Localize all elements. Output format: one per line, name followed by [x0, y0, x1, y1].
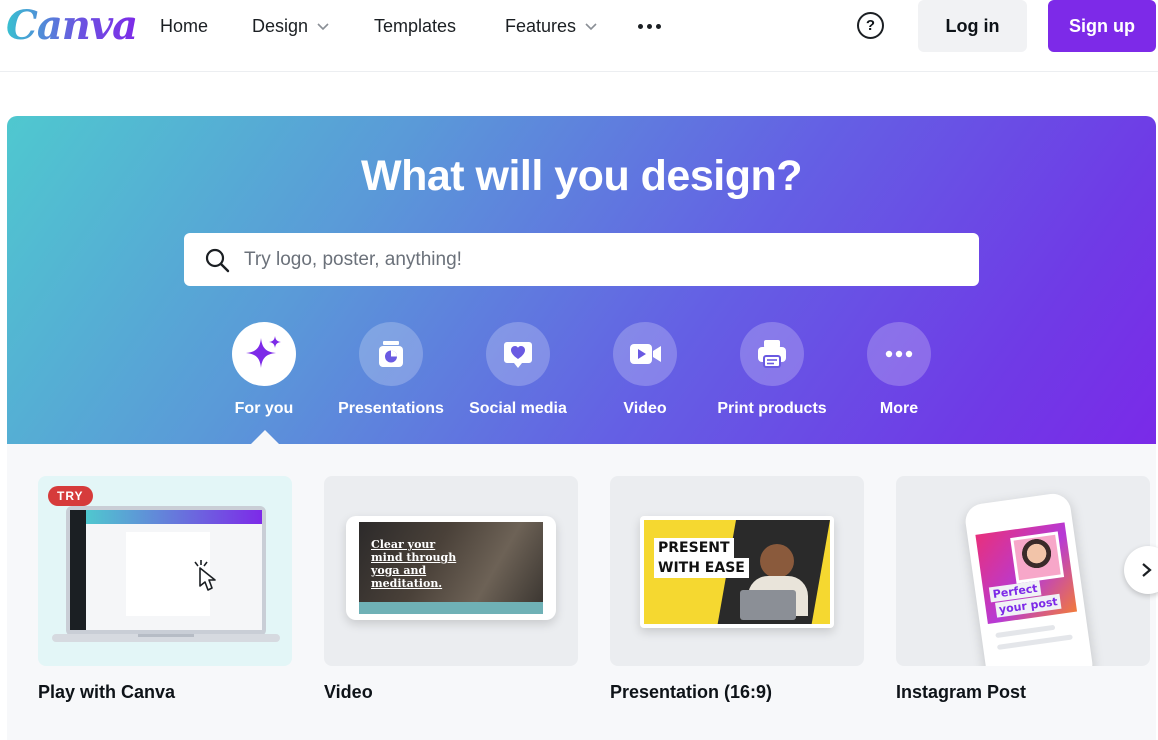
category-label: More: [879, 400, 919, 417]
nav-design[interactable]: Design: [252, 14, 330, 38]
signup-button[interactable]: Sign up: [1048, 0, 1156, 52]
more-dots-icon: [885, 350, 913, 358]
category-label: Social media: [469, 400, 567, 417]
hero-title: What will you design?: [361, 152, 803, 200]
phone-mockup: Perfect your post: [963, 491, 1095, 666]
nav-home-label: Home: [160, 15, 209, 36]
card-thumbnail: PRESENT WITH EASE: [610, 476, 864, 666]
card-instagram-post[interactable]: Perfect your post Instagram Post: [896, 476, 1150, 703]
category-label: Video: [623, 400, 667, 417]
nav-home[interactable]: Home: [160, 14, 208, 38]
nav-features[interactable]: Features: [505, 14, 598, 38]
login-button[interactable]: Log in: [918, 0, 1027, 52]
try-badge: TRY: [48, 486, 93, 506]
canva-logo[interactable]: Canva: [6, 2, 138, 49]
sparkle-icon: [246, 336, 281, 368]
category-label: Presentations: [338, 400, 444, 417]
presentation-mockup: PRESENT WITH EASE: [640, 516, 834, 628]
presentation-thumb-text-2: WITH EASE: [654, 558, 749, 578]
card-title: Video: [324, 682, 373, 702]
active-category-pointer: [251, 430, 279, 444]
hero-banner: What will you design? For you Presentati: [7, 116, 1156, 444]
card-title: Instagram Post: [896, 682, 1027, 702]
card-presentation-16-9[interactable]: PRESENT WITH EASE Presentation (16:9): [610, 476, 864, 703]
category-more[interactable]: More: [839, 322, 959, 418]
chevron-down-icon: [585, 23, 597, 31]
presentation-icon: [379, 341, 403, 367]
heart-chat-icon: [504, 342, 532, 368]
nav-more-icon[interactable]: [638, 14, 661, 38]
top-nav: Canva Home Design Templates Features ? L…: [0, 0, 1158, 72]
card-title: Presentation (16:9): [610, 682, 773, 702]
card-play-with-canva[interactable]: TRY Play with Canva: [38, 476, 292, 703]
chevron-right-icon: [1142, 563, 1152, 577]
category-video[interactable]: Video: [585, 322, 705, 418]
templates-carousel: TRY Play with Canva Clear your mind thro…: [7, 444, 1156, 740]
video-thumb-text: Clear your mind through yoga and meditat…: [371, 538, 457, 590]
nav-templates-label: Templates: [374, 15, 457, 36]
video-camera-icon: [630, 344, 661, 364]
card-title: Play with Canva: [38, 682, 176, 702]
help-icon[interactable]: ?: [857, 12, 884, 39]
category-presentations[interactable]: Presentations: [331, 322, 451, 418]
category-print-products[interactable]: Print products: [712, 322, 832, 418]
chevron-down-icon: [317, 23, 329, 31]
phone-mockup: Clear your mind through yoga and meditat…: [346, 516, 556, 620]
search-input[interactable]: [244, 248, 944, 271]
card-video[interactable]: Clear your mind through yoga and meditat…: [324, 476, 578, 703]
category-for-you[interactable]: For you: [204, 322, 324, 418]
search-icon: [205, 248, 230, 272]
category-social-media[interactable]: Social media: [458, 322, 578, 418]
category-label: Print products: [717, 400, 827, 417]
nav-design-label: Design: [252, 15, 309, 36]
nav-templates[interactable]: Templates: [374, 14, 456, 38]
card-thumbnail: Perfect your post: [896, 476, 1150, 666]
category-label: For you: [234, 400, 294, 417]
printer-icon: [758, 340, 786, 368]
search-bar[interactable]: [184, 233, 979, 286]
card-thumbnail: TRY: [38, 476, 292, 666]
card-thumbnail: Clear your mind through yoga and meditat…: [324, 476, 578, 666]
presentation-thumb-text-1: PRESENT: [654, 538, 734, 558]
nav-features-label: Features: [505, 15, 577, 36]
